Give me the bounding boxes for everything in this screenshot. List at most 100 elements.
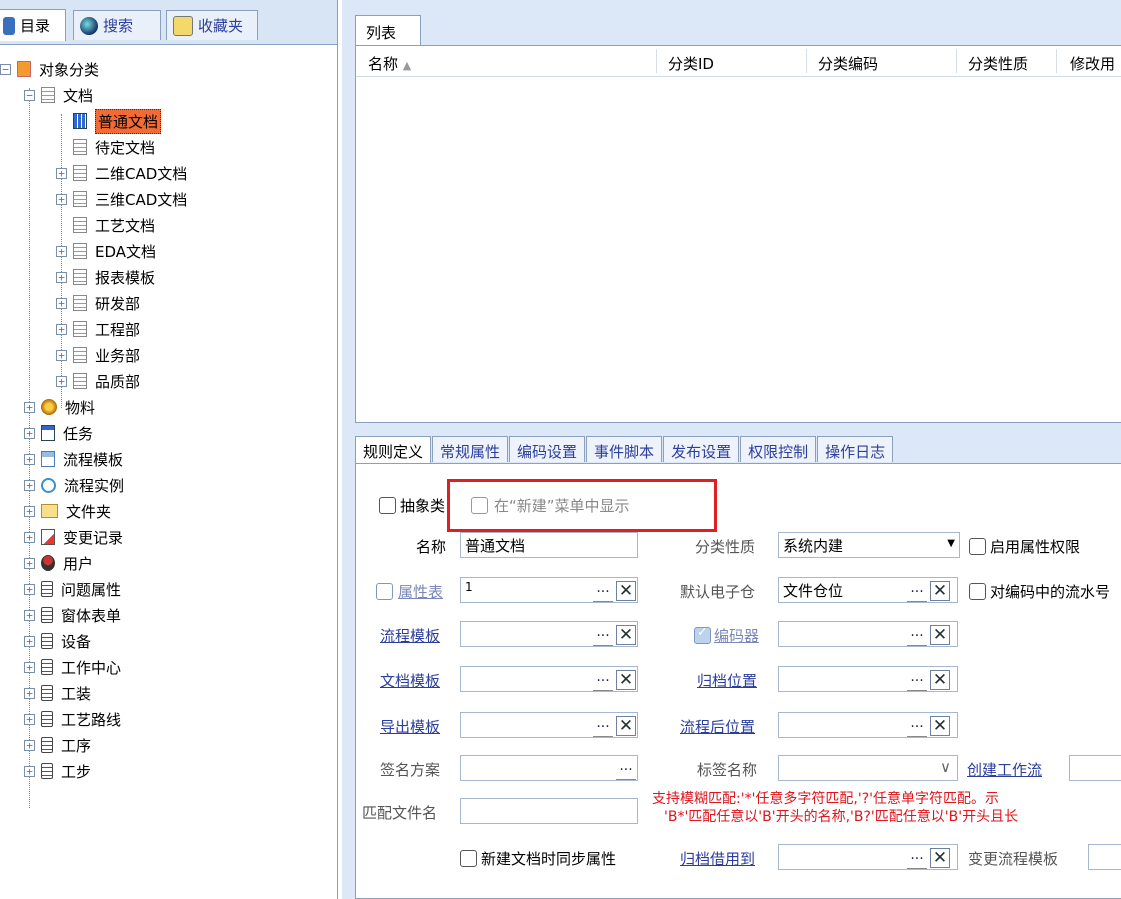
collapse-icon[interactable]: − xyxy=(24,89,35,101)
column-separator[interactable] xyxy=(656,49,657,73)
expand-icon[interactable]: + xyxy=(24,427,35,439)
column-separator[interactable] xyxy=(956,49,957,73)
column-header-id[interactable]: 分类ID xyxy=(668,53,714,74)
expand-icon[interactable]: + xyxy=(24,609,35,621)
post-flow-location-browse-button[interactable]: ... xyxy=(907,716,927,737)
archive-borrow-link[interactable]: 归档借用到 xyxy=(680,848,755,869)
flow-template-link[interactable]: 流程模板 xyxy=(380,625,440,646)
tree-node-documents[interactable]: − 文档 xyxy=(24,82,93,108)
expand-icon[interactable]: + xyxy=(24,453,35,465)
tree-node-other[interactable]: + 工步 xyxy=(24,758,91,784)
tree-node-flow-instance[interactable]: + 流程实例 xyxy=(24,472,124,498)
change-flow-template-input[interactable] xyxy=(1088,844,1121,870)
tree-node-flow-template[interactable]: + 流程模板 xyxy=(24,446,123,472)
doc-template-clear-button[interactable]: ✕ xyxy=(616,670,636,690)
expand-icon[interactable]: + xyxy=(56,375,67,387)
expand-icon[interactable]: + xyxy=(24,739,35,751)
tree-node-other[interactable]: + 设备 xyxy=(24,628,91,654)
export-template-link[interactable]: 导出模板 xyxy=(380,716,440,737)
attr-table-browse-button[interactable]: ... xyxy=(593,581,613,602)
column-separator[interactable] xyxy=(1056,49,1057,73)
tree-node-material[interactable]: + 物料 xyxy=(24,394,95,420)
expand-icon[interactable]: + xyxy=(24,687,35,699)
expand-icon[interactable]: + xyxy=(24,713,35,725)
encoder-link[interactable]: 编码器 xyxy=(714,625,759,646)
archive-borrow-browse-button[interactable]: ... xyxy=(907,848,927,869)
export-template-clear-button[interactable]: ✕ xyxy=(616,716,636,736)
tree-node-doc-child[interactable]: + 工程部 xyxy=(56,316,140,342)
serial-number-checkbox[interactable] xyxy=(969,583,986,600)
tab-event-script[interactable]: 事件脚本 xyxy=(586,436,663,462)
expand-icon[interactable]: + xyxy=(24,531,35,543)
export-template-browse-button[interactable]: ... xyxy=(593,716,613,737)
tree-node-doc-child[interactable]: 工艺文档 xyxy=(56,212,155,238)
flow-template-browse-button[interactable]: ... xyxy=(593,625,613,646)
tree-node-doc-child[interactable]: + 品质部 xyxy=(56,368,140,394)
doc-template-link[interactable]: 文档模板 xyxy=(380,670,440,691)
column-header-nature[interactable]: 分类性质 xyxy=(968,53,1028,74)
attr-table-checkbox[interactable] xyxy=(376,583,393,600)
tab-operation-log[interactable]: 操作日志 xyxy=(817,436,894,462)
create-workflow-input[interactable] xyxy=(1069,755,1121,781)
archive-location-clear-button[interactable]: ✕ xyxy=(930,670,950,690)
attr-table-link[interactable]: 属性表 xyxy=(398,581,443,602)
expand-icon[interactable]: + xyxy=(56,323,67,335)
tag-name-select[interactable]: ∨ xyxy=(778,755,958,781)
tab-general-attributes[interactable]: 常规属性 xyxy=(432,436,509,462)
match-filename-input[interactable] xyxy=(460,798,638,824)
tab-encoding-settings[interactable]: 编码设置 xyxy=(509,436,586,462)
tree-node-folder[interactable]: + 文件夹 xyxy=(24,498,111,524)
encoder-browse-button[interactable]: ... xyxy=(907,625,927,646)
expand-icon[interactable]: + xyxy=(24,635,35,647)
tree-node-other[interactable]: + 工作中心 xyxy=(24,654,121,680)
enable-attr-permission-checkbox[interactable] xyxy=(969,538,986,555)
doc-template-browse-button[interactable]: ... xyxy=(593,670,613,691)
expand-icon[interactable]: + xyxy=(56,271,67,283)
tab-list[interactable]: 列表 xyxy=(355,15,421,46)
encoder-checkbox[interactable]: ✓ xyxy=(694,625,711,644)
tab-publish-settings[interactable]: 发布设置 xyxy=(663,436,740,462)
expand-icon[interactable]: + xyxy=(24,557,35,569)
expand-icon[interactable]: + xyxy=(56,245,67,257)
sync-attr-checkbox[interactable] xyxy=(460,850,477,867)
archive-borrow-clear-button[interactable]: ✕ xyxy=(930,848,950,868)
tree-node-doc-child[interactable]: 待定文档 xyxy=(56,134,155,160)
tree-node-doc-child[interactable]: + 三维CAD文档 xyxy=(56,186,187,212)
tree-node-doc-child[interactable]: + EDA文档 xyxy=(56,238,156,264)
expand-icon[interactable]: + xyxy=(56,167,67,179)
category-nature-select[interactable]: 系统内建 ▼ xyxy=(778,532,960,558)
expand-icon[interactable]: + xyxy=(24,765,35,777)
flow-template-clear-button[interactable]: ✕ xyxy=(616,625,636,645)
expand-icon[interactable]: + xyxy=(56,297,67,309)
tree-node-doc-child[interactable]: + 报表模板 xyxy=(56,264,155,290)
tree-node-doc-child[interactable]: 普通文档 xyxy=(56,108,162,134)
tree-node-task[interactable]: + 任务 xyxy=(24,420,93,446)
tree-node-other[interactable]: + 工序 xyxy=(24,732,91,758)
chevron-down-icon[interactable]: ∨ xyxy=(940,758,951,776)
abstract-class-checkbox[interactable] xyxy=(379,497,396,514)
attr-table-clear-button[interactable]: ✕ xyxy=(616,581,636,601)
tab-search[interactable]: 搜索 xyxy=(73,10,161,40)
tree-node-doc-child[interactable]: + 二维CAD文档 xyxy=(56,160,187,186)
dropdown-arrow-icon[interactable]: ▼ xyxy=(947,538,955,549)
tree-node-change-record[interactable]: + 变更记录 xyxy=(24,524,123,550)
tab-permission-control[interactable]: 权限控制 xyxy=(740,436,817,462)
tree-node-doc-child[interactable]: + 业务部 xyxy=(56,342,140,368)
column-header-name[interactable]: 名称 ▲ xyxy=(368,53,411,74)
encoder-clear-button[interactable]: ✕ xyxy=(930,625,950,645)
expand-icon[interactable]: + xyxy=(24,479,35,491)
tab-rule-definition[interactable]: 规则定义 xyxy=(355,436,432,464)
expand-icon[interactable]: + xyxy=(24,583,35,595)
post-flow-location-clear-button[interactable]: ✕ xyxy=(930,716,950,736)
collapse-icon[interactable]: − xyxy=(0,63,11,75)
default-vault-browse-button[interactable]: ... xyxy=(907,581,927,602)
tree-node-user[interactable]: + 用户 xyxy=(24,550,93,576)
name-input[interactable]: 普通文档 xyxy=(460,532,638,558)
column-separator[interactable] xyxy=(806,49,807,73)
tab-catalog[interactable]: 目录 xyxy=(0,9,66,41)
expand-icon[interactable]: + xyxy=(24,661,35,673)
create-workflow-link[interactable]: 创建工作流 xyxy=(967,759,1042,780)
post-flow-location-link[interactable]: 流程后位置 xyxy=(680,716,755,737)
tree-node-other[interactable]: + 工艺路线 xyxy=(24,706,121,732)
tree-node-other[interactable]: + 窗体表单 xyxy=(24,602,121,628)
